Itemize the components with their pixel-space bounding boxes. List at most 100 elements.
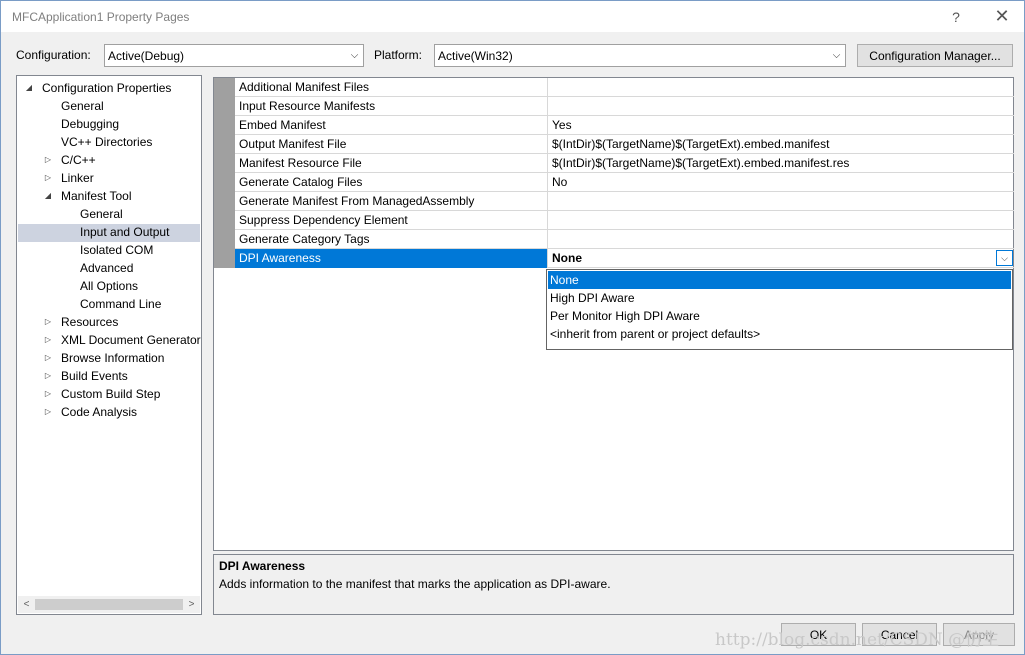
property-row[interactable]: Manifest Resource File $(IntDir)$(TargetN… [235, 154, 1014, 173]
scroll-thumb[interactable] [35, 599, 183, 610]
scroll-right-icon[interactable]: > [183, 596, 200, 613]
tree-item-label: Isolated COM [80, 243, 154, 257]
tree-item-label: VC++ Directories [61, 135, 153, 149]
dropdown-option[interactable]: Per Monitor High DPI Aware [548, 307, 1011, 325]
tree-item[interactable]: ◢ Manifest Tool [17, 187, 200, 205]
title-bar: MFCApplication1 Property Pages ? ✕ [1, 1, 1024, 32]
tree-item[interactable]: ▷ Resources [17, 313, 200, 331]
property-value[interactable] [548, 97, 1014, 116]
tree-horizontal-scrollbar[interactable]: < > [18, 596, 200, 613]
collapsed-triangle-icon[interactable]: ▷ [43, 403, 53, 421]
tree-item-label: Advanced [80, 261, 134, 275]
tree-item[interactable]: ◢ Configuration Properties [17, 79, 200, 97]
property-row[interactable]: Generate Catalog Files No [235, 173, 1014, 192]
property-row[interactable]: Generate Manifest From ManagedAssembly [235, 192, 1014, 211]
property-row[interactable]: Suppress Dependency Element [235, 211, 1014, 230]
property-value[interactable] [548, 230, 1014, 249]
configuration-manager-button[interactable]: Configuration Manager... [857, 44, 1013, 67]
platform-select[interactable]: Active(Win32) ⌵ [434, 44, 846, 67]
property-name: Generate Manifest From ManagedAssembly [235, 192, 548, 211]
tree-item-label: General [80, 207, 123, 221]
property-name: Output Manifest File [235, 135, 548, 154]
tree-item[interactable]: General [17, 97, 200, 115]
tree-item[interactable]: Command Line [17, 295, 200, 313]
tree-item[interactable]: ▷ Build Events [17, 367, 200, 385]
tree-item-label: Custom Build Step [61, 387, 161, 401]
tree-item[interactable]: ▷ Custom Build Step [17, 385, 200, 403]
property-row[interactable]: Generate Category Tags [235, 230, 1014, 249]
property-row[interactable]: Input Resource Manifests [235, 97, 1014, 116]
scroll-left-icon[interactable]: < [18, 596, 35, 613]
tree-item-label: XML Document Generator [61, 333, 201, 347]
tree-item[interactable]: ▷ Code Analysis [17, 403, 200, 421]
dropdown-option[interactable]: High DPI Aware [548, 289, 1011, 307]
property-name: Input Resource Manifests [235, 97, 548, 116]
grid-gutter [214, 78, 235, 268]
tree-item[interactable]: Input and Output [17, 223, 200, 241]
tree-item-label: Manifest Tool [61, 189, 132, 203]
tree-item[interactable]: All Options [17, 277, 200, 295]
tree-item[interactable]: Isolated COM [17, 241, 200, 259]
property-value[interactable]: $(IntDir)$(TargetName)$(TargetExt).embed… [548, 154, 1014, 173]
window-title: MFCApplication1 Property Pages [12, 10, 190, 24]
platform-label: Platform: [374, 48, 423, 62]
property-value[interactable] [548, 78, 1014, 97]
tree-item[interactable]: VC++ Directories [17, 133, 200, 151]
chevron-down-icon: ⌵ [832, 50, 841, 61]
tree-item-label: Command Line [80, 297, 162, 311]
property-name: DPI Awareness [235, 249, 548, 268]
property-value[interactable]: None [548, 249, 1014, 268]
description-title: DPI Awareness [219, 559, 306, 573]
property-row[interactable]: Additional Manifest Files [235, 78, 1014, 97]
dropdown-option[interactable]: <inherit from parent or project defaults… [548, 325, 1011, 343]
property-value[interactable]: Yes [548, 116, 1014, 135]
close-button[interactable]: ✕ [979, 1, 1025, 32]
dropdown-option[interactable]: None [548, 271, 1011, 289]
expanded-triangle-icon[interactable]: ◢ [24, 79, 34, 97]
tree-item-label: Browse Information [61, 351, 165, 365]
tree-item-label: Code Analysis [61, 405, 138, 419]
cancel-button[interactable]: Cancel [862, 623, 937, 646]
tree-item[interactable]: Advanced [17, 259, 200, 277]
tree-item[interactable]: ▷ XML Document Generator [17, 331, 201, 349]
apply-button[interactable]: Apply [943, 623, 1015, 646]
property-value[interactable]: $(IntDir)$(TargetName)$(TargetExt).embed… [548, 135, 1014, 154]
property-value[interactable] [548, 192, 1014, 211]
collapsed-triangle-icon[interactable]: ▷ [43, 169, 53, 187]
property-row[interactable]: DPI Awareness None ⌵ [235, 249, 1014, 268]
expanded-triangle-icon[interactable]: ◢ [43, 187, 53, 205]
property-name: Generate Category Tags [235, 230, 548, 249]
property-value[interactable]: No [548, 173, 1014, 192]
tree-item-label: Resources [61, 315, 119, 329]
configuration-label: Configuration: [16, 48, 91, 62]
tree-item[interactable]: ▷ Browse Information [17, 349, 200, 367]
help-button[interactable]: ? [933, 1, 979, 32]
property-name: Manifest Resource File [235, 154, 548, 173]
tree-item[interactable]: ▷ Linker [17, 169, 200, 187]
collapsed-triangle-icon[interactable]: ▷ [43, 349, 53, 367]
tree-item-label: C/C++ [61, 153, 96, 167]
collapsed-triangle-icon[interactable]: ▷ [43, 313, 53, 331]
category-tree: ◢ Configuration Properties General Debuggin… [16, 75, 202, 615]
collapsed-triangle-icon[interactable]: ▷ [43, 151, 53, 169]
collapsed-triangle-icon[interactable]: ▷ [43, 385, 53, 403]
dpi-awareness-dropdown-list: None High DPI Aware Per Monitor High DPI A… [546, 269, 1013, 350]
tree-item-label: Linker [61, 171, 94, 185]
tree-item-label: Debugging [61, 117, 120, 131]
tree-item-label: Input and Output [80, 225, 170, 239]
tree-item-label: Configuration Properties [42, 81, 172, 95]
chevron-down-icon: ⌵ [350, 50, 359, 61]
collapsed-triangle-icon[interactable]: ▷ [43, 367, 53, 385]
chevron-down-icon[interactable]: ⌵ [996, 250, 1013, 266]
configuration-select[interactable]: Active(Debug) ⌵ [104, 44, 364, 67]
property-row[interactable]: Output Manifest File $(IntDir)$(TargetNam… [235, 135, 1014, 154]
property-value[interactable] [548, 211, 1014, 230]
ok-button[interactable]: OK [781, 623, 856, 646]
tree-item[interactable]: ▷ C/C++ [17, 151, 200, 169]
tree-item-label: Build Events [61, 369, 128, 383]
tree-item[interactable]: Debugging [17, 115, 200, 133]
configuration-value: Active(Debug) [108, 48, 185, 63]
collapsed-triangle-icon[interactable]: ▷ [43, 331, 53, 349]
property-row[interactable]: Embed Manifest Yes [235, 116, 1014, 135]
tree-item[interactable]: General [17, 205, 200, 223]
